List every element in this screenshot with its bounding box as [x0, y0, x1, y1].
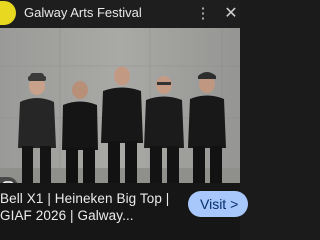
result-title-line-2[interactable]: GIAF 2026 | Galway...: [0, 208, 134, 223]
more-options-icon[interactable]: ⋮: [194, 4, 212, 24]
site-name[interactable]: Galway Arts Festival: [24, 5, 142, 20]
result-image[interactable]: [0, 28, 240, 183]
image-viewer-header: Galway Arts Festival ⋮ ✕: [0, 0, 240, 28]
visit-button[interactable]: Visit >: [188, 191, 248, 217]
site-favicon-icon[interactable]: [0, 1, 16, 25]
close-icon[interactable]: ✕: [222, 4, 240, 24]
result-title-line-1[interactable]: Bell X1 | Heineken Big Top |: [0, 191, 169, 206]
